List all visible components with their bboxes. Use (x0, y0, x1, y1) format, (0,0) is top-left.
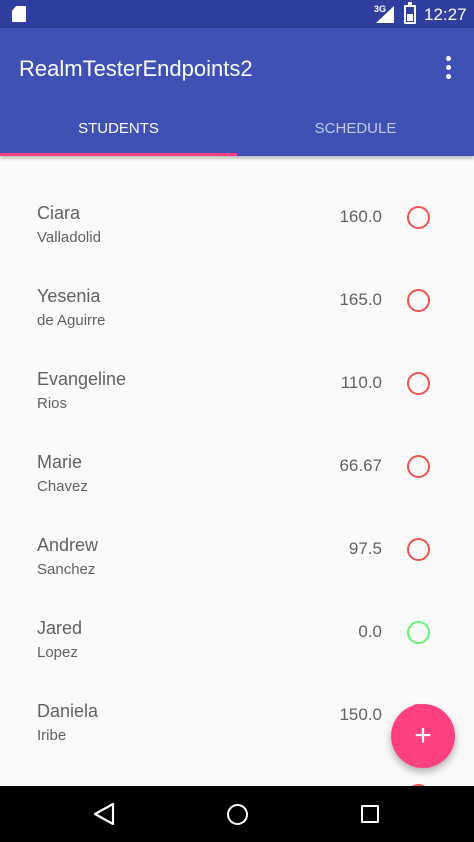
student-last-name: Lopez (37, 644, 78, 661)
tab-students[interactable]: STUDENTS (0, 100, 237, 156)
student-score: 110.0 (340, 373, 382, 392)
tab-bar: STUDENTS SCHEDULE (0, 100, 474, 156)
student-score: 0.0 (358, 622, 382, 641)
student-score: 66.67 (339, 456, 382, 475)
student-last-name: de Aguirre (37, 312, 106, 329)
list-item[interactable]: Yesenia de Aguirre 165.0 (0, 286, 474, 369)
student-first-name: Marie (37, 452, 83, 472)
status-bar: 3G 12:27 (0, 0, 474, 28)
status-circle-icon[interactable] (407, 289, 430, 312)
navigation-bar (0, 786, 474, 842)
recents-icon[interactable] (361, 805, 379, 823)
app-title: RealmTesterEndpoints2 (19, 56, 253, 81)
list-item[interactable]: Ciara Valladolid 160.0 (0, 203, 474, 286)
app-bar: RealmTesterEndpoints2 STUDENTS SCHEDULE (0, 28, 474, 156)
student-last-name: Sanchez (37, 561, 96, 578)
status-circle-icon[interactable] (407, 372, 430, 395)
home-icon[interactable] (227, 804, 248, 825)
student-first-name: Jared (37, 618, 83, 638)
status-circle-icon[interactable] (407, 206, 430, 229)
student-last-name: Iribe (37, 727, 67, 744)
student-first-name: Ciara (37, 203, 81, 223)
list-item[interactable]: Evangeline Rios 110.0 (0, 369, 474, 452)
student-score: 165.0 (339, 290, 382, 309)
list-item[interactable]: Jared Lopez 0.0 (0, 618, 474, 701)
overflow-menu-icon[interactable] (440, 56, 456, 82)
student-score: 160.0 (339, 207, 382, 226)
tab-schedule[interactable]: SCHEDULE (237, 100, 474, 156)
student-first-name: Daniela (37, 701, 99, 721)
back-icon[interactable] (93, 802, 115, 826)
student-score: 150.0 (339, 705, 382, 724)
student-list[interactable]: Ciara Valladolid 160.0 Yesenia de Aguirr… (0, 156, 474, 786)
add-button[interactable]: + (391, 704, 455, 768)
student-score: 97.5 (348, 539, 382, 558)
network-type-label: 3G (374, 4, 387, 14)
student-first-name: Evangeline (37, 369, 127, 389)
student-last-name: Chavez (37, 478, 88, 495)
student-first-name: Andrew (37, 535, 99, 555)
status-clock: 12:27 (424, 5, 467, 24)
add-icon: + (414, 719, 432, 752)
list-item[interactable]: Andrew Sanchez 97.5 (0, 535, 474, 618)
list-item[interactable]: Marie Chavez 66.67 (0, 452, 474, 535)
status-circle-icon[interactable] (407, 621, 430, 644)
sd-card-icon (12, 6, 26, 22)
student-last-name: Valladolid (37, 229, 101, 246)
status-circle-icon[interactable] (407, 538, 430, 561)
student-last-name: Rios (37, 395, 68, 412)
student-first-name: Yesenia (37, 286, 101, 306)
battery-icon (404, 2, 416, 24)
status-circle-icon[interactable] (407, 455, 430, 478)
